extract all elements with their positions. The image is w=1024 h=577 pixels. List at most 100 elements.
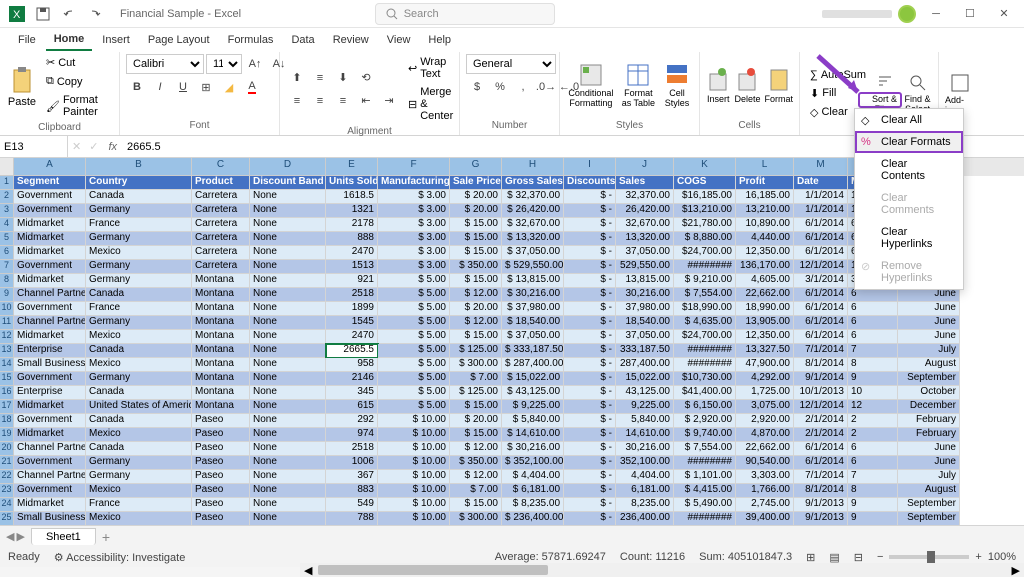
cell[interactable]: Montana xyxy=(192,358,250,372)
cell[interactable]: 333,187.50 xyxy=(616,344,674,358)
cell[interactable]: Montana xyxy=(192,302,250,316)
border-button[interactable]: ⊞ xyxy=(195,77,217,97)
cell[interactable]: 2 xyxy=(848,428,898,442)
col-header[interactable]: M xyxy=(794,158,848,176)
indent-right-icon[interactable]: ⇥ xyxy=(378,91,400,111)
cell[interactable]: Montana xyxy=(192,274,250,288)
clear-hyperlinks-item[interactable]: Clear Hyperlinks xyxy=(855,221,963,255)
cell[interactable]: 345 xyxy=(326,386,378,400)
col-header[interactable]: D xyxy=(250,158,326,176)
cell[interactable]: Mexico xyxy=(86,428,192,442)
cell[interactable]: $ 236,400.00 xyxy=(502,512,564,525)
cell[interactable]: 2/1/2014 xyxy=(794,428,848,442)
cell[interactable]: $ 20.00 xyxy=(450,414,502,428)
cell[interactable]: Midmarket xyxy=(14,274,86,288)
cell[interactable]: France xyxy=(86,498,192,512)
save-icon[interactable] xyxy=(32,3,54,25)
cell[interactable]: 1/1/2014 xyxy=(794,204,848,218)
cell[interactable]: 6 xyxy=(848,302,898,316)
cell[interactable]: 2178 xyxy=(326,218,378,232)
cell[interactable]: ######## xyxy=(674,260,736,274)
row-header[interactable]: 15 xyxy=(0,372,14,386)
cell[interactable]: $ 3.00 xyxy=(378,218,450,232)
cell[interactable]: $ 15.00 xyxy=(450,400,502,414)
cell[interactable]: 4,870.00 xyxy=(736,428,794,442)
italic-button[interactable]: I xyxy=(149,77,171,97)
cell[interactable]: February xyxy=(898,428,960,442)
cell[interactable]: $ 14,610.00 xyxy=(502,428,564,442)
zoom-out-icon[interactable]: − xyxy=(877,551,883,563)
header-cell[interactable]: Gross Sales xyxy=(502,176,564,190)
cell[interactable]: 9/1/2013 xyxy=(794,498,848,512)
cell[interactable]: 1321 xyxy=(326,204,378,218)
cell[interactable]: 3,303.00 xyxy=(736,470,794,484)
cell[interactable]: 13,210.00 xyxy=(736,204,794,218)
cell[interactable]: $ 15.00 xyxy=(450,218,502,232)
cut-button[interactable]: ✂Cut xyxy=(42,54,113,71)
cell[interactable]: Paseo xyxy=(192,470,250,484)
row-header[interactable]: 21 xyxy=(0,456,14,470)
cell[interactable]: $ - xyxy=(564,428,616,442)
cell[interactable]: None xyxy=(250,456,326,470)
col-header[interactable]: K xyxy=(674,158,736,176)
cell[interactable]: $ 5,490.00 xyxy=(674,498,736,512)
clear-contents-item[interactable]: Clear Contents xyxy=(855,153,963,187)
cell[interactable]: Montana xyxy=(192,372,250,386)
cell[interactable]: $ 4,635.00 xyxy=(674,316,736,330)
cell[interactable]: $ 15.00 xyxy=(450,428,502,442)
cell[interactable]: $ 4,404.00 xyxy=(502,470,564,484)
cell[interactable]: Midmarket xyxy=(14,246,86,260)
cell[interactable]: $ 12.00 xyxy=(450,316,502,330)
cell[interactable]: Paseo xyxy=(192,512,250,525)
menu-help[interactable]: Help xyxy=(420,30,459,50)
cell[interactable]: 1899 xyxy=(326,302,378,316)
cell[interactable]: Enterprise xyxy=(14,344,86,358)
cell[interactable]: $ 1,101.00 xyxy=(674,470,736,484)
cell[interactable]: $ 350.00 xyxy=(450,260,502,274)
cell[interactable]: $ 26,420.00 xyxy=(502,204,564,218)
cell[interactable]: 13,327.50 xyxy=(736,344,794,358)
cell[interactable]: 26,420.00 xyxy=(616,204,674,218)
cell[interactable]: 12 xyxy=(848,400,898,414)
cell[interactable]: $ 4,415.00 xyxy=(674,484,736,498)
select-all-corner[interactable] xyxy=(0,158,14,176)
cell[interactable]: August xyxy=(898,358,960,372)
cell[interactable]: 4,440.00 xyxy=(736,232,794,246)
cell[interactable]: Germany xyxy=(86,456,192,470)
copy-button[interactable]: ⧉Copy xyxy=(42,73,113,90)
maximize-button[interactable]: ☐ xyxy=(956,3,984,25)
cell[interactable]: 549 xyxy=(326,498,378,512)
cell[interactable]: $ 32,370.00 xyxy=(502,190,564,204)
cell[interactable]: 32,670.00 xyxy=(616,218,674,232)
align-left-icon[interactable]: ≡ xyxy=(286,91,308,111)
cell[interactable]: 788 xyxy=(326,512,378,525)
cell[interactable]: Germany xyxy=(86,232,192,246)
cell[interactable]: 13,320.00 xyxy=(616,232,674,246)
row-header[interactable]: 13 xyxy=(0,344,14,358)
cell[interactable]: 292 xyxy=(326,414,378,428)
clear-formats-item[interactable]: %Clear Formats xyxy=(855,131,963,153)
cell[interactable]: Mexico xyxy=(86,246,192,260)
cell[interactable]: Carretera xyxy=(192,246,250,260)
cell[interactable]: 18,540.00 xyxy=(616,316,674,330)
cell[interactable]: 5,840.00 xyxy=(616,414,674,428)
cell[interactable]: None xyxy=(250,386,326,400)
row-header[interactable]: 10 xyxy=(0,302,14,316)
cell[interactable]: $ - xyxy=(564,498,616,512)
menu-file[interactable]: File xyxy=(10,30,44,50)
cell[interactable]: None xyxy=(250,330,326,344)
cell[interactable]: $ 5.00 xyxy=(378,372,450,386)
col-header[interactable]: E xyxy=(326,158,378,176)
cell[interactable]: Government xyxy=(14,414,86,428)
cell[interactable]: 1513 xyxy=(326,260,378,274)
cell[interactable]: Montana xyxy=(192,400,250,414)
cell[interactable]: February xyxy=(898,414,960,428)
row-header[interactable]: 22 xyxy=(0,470,14,484)
cell[interactable]: ######## xyxy=(674,344,736,358)
cell[interactable]: 287,400.00 xyxy=(616,358,674,372)
cell[interactable]: 6 xyxy=(848,288,898,302)
cell[interactable]: 2,920.00 xyxy=(736,414,794,428)
cell[interactable]: 6 xyxy=(848,442,898,456)
cell[interactable]: $ 5.00 xyxy=(378,344,450,358)
header-cell[interactable]: Country xyxy=(86,176,192,190)
